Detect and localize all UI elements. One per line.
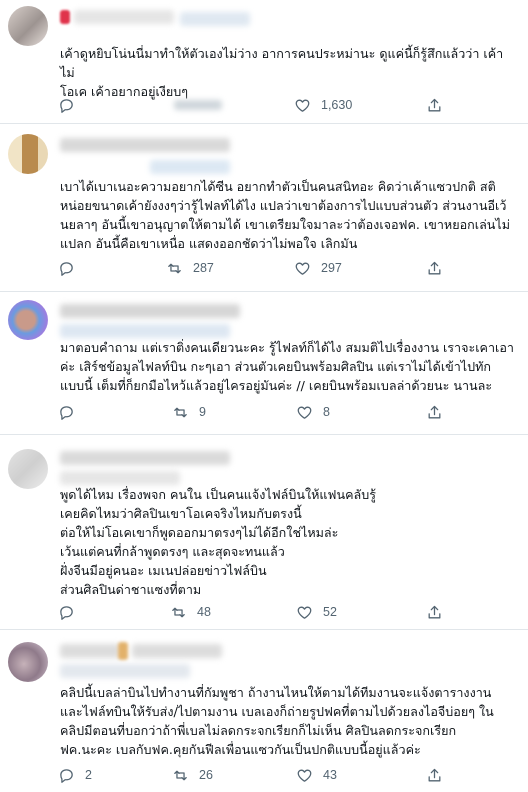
retweet-button[interactable] [174, 95, 222, 115]
share-icon [428, 768, 441, 781]
blurred-handle [180, 12, 250, 26]
avatar[interactable] [8, 449, 48, 489]
tweet-text: มาตอบคำถาม แต่เราติ่งคนเดียวนะคะ รู้ไฟลท… [60, 340, 514, 393]
tweet-card[interactable]: เบาได้เบาเนอะความอยากได้ซีน อยากทำตัวเป็… [0, 124, 528, 292]
share-button[interactable] [426, 95, 453, 115]
reply-count: 2 [85, 768, 92, 782]
avatar[interactable] [8, 134, 48, 174]
reply-button[interactable]: 2 [58, 765, 92, 785]
share-button[interactable] [426, 602, 453, 622]
like-button[interactable]: 52 [296, 602, 337, 622]
blurred-username [132, 644, 222, 658]
like-count: 8 [323, 405, 330, 419]
like-button[interactable]: 43 [296, 765, 337, 785]
share-icon [428, 405, 441, 418]
retweet-icon [174, 770, 187, 780]
tweet-text: คลิปนี้เบลล่าบินไปทำงานที่กัมพูชา ถ้างาน… [60, 685, 494, 757]
like-count: 1,630 [321, 98, 353, 112]
avatar[interactable] [8, 6, 48, 46]
retweet-button[interactable]: 9 [172, 402, 206, 422]
reply-button[interactable] [58, 95, 85, 115]
blurred-username [60, 644, 120, 658]
tweet-card[interactable]: คลิปนี้เบลล่าบินไปทำงานที่กัมพูชา ถ้างาน… [0, 630, 528, 792]
avatar[interactable] [8, 642, 48, 682]
retweet-count: 287 [193, 261, 214, 275]
blurred-username [118, 642, 128, 660]
retweet-count: 9 [199, 405, 206, 419]
heart-icon [297, 606, 312, 619]
heart-icon [297, 406, 312, 419]
tweet-actions: 2 26 43 [58, 765, 458, 785]
tweet-card[interactable]: มาตอบคำถาม แต่เราติ่งคนเดียวนะคะ รู้ไฟลท… [0, 292, 528, 435]
tweet-actions: 9 8 [58, 402, 458, 422]
share-icon [428, 605, 441, 618]
tweet-text: เค้าดูหยิบโน่นนี่มาทำให้ตัวเองไม่ว่าง อา… [60, 46, 504, 99]
tweet-actions: 1,630 [58, 95, 458, 115]
avatar[interactable] [8, 300, 48, 340]
reply-icon [60, 261, 73, 276]
tweet-text: เบาได้เบาเนอะความอยากได้ซีน อยากทำตัวเป็… [60, 179, 511, 251]
retweet-icon [172, 607, 185, 617]
tweet-feed: เค้าดูหยิบโน่นนี่มาทำให้ตัวเองไม่ว่าง อา… [0, 0, 528, 792]
share-button[interactable] [426, 258, 453, 278]
tweet-card[interactable]: เค้าดูหยิบโน่นนี่มาทำให้ตัวเองไม่ว่าง อา… [0, 0, 528, 124]
like-count: 52 [323, 605, 337, 619]
share-icon [428, 261, 441, 274]
heart-icon [297, 769, 312, 782]
like-button[interactable]: 8 [296, 402, 330, 422]
reply-button[interactable] [58, 402, 85, 422]
retweet-button[interactable]: 48 [170, 602, 211, 622]
retweet-button[interactable]: 287 [166, 258, 214, 278]
blurred-username [74, 10, 174, 24]
blurred-username [60, 138, 230, 152]
blurred-username [60, 451, 230, 465]
reply-button[interactable] [58, 602, 85, 622]
blurred-username [60, 10, 70, 24]
blurred-handle [60, 324, 230, 338]
like-count: 43 [323, 768, 337, 782]
retweet-count: 48 [197, 605, 211, 619]
heart-icon [295, 99, 310, 112]
retweet-button[interactable]: 26 [172, 765, 213, 785]
reply-icon [60, 768, 73, 783]
like-count: 297 [321, 261, 342, 275]
blurred-handle [150, 160, 230, 174]
retweet-count: 26 [199, 768, 213, 782]
tweet-actions: 48 52 [58, 602, 458, 622]
retweet-icon [174, 407, 187, 417]
blurred-handle [60, 664, 190, 678]
tweet-card[interactable]: พูดได้ไหม เรื่องพจก คนใน เป็นคนแจ้งไฟล์บ… [0, 435, 528, 630]
heart-icon [295, 262, 310, 275]
reply-icon [60, 98, 73, 113]
like-button[interactable]: 1,630 [294, 95, 352, 115]
blurred-username [60, 304, 240, 318]
blurred-retweet-count [174, 100, 222, 110]
reply-button[interactable] [58, 258, 85, 278]
share-icon [428, 98, 441, 111]
retweet-icon [168, 263, 181, 273]
share-button[interactable] [426, 402, 453, 422]
share-button[interactable] [426, 765, 453, 785]
tweet-actions: 287 297 [58, 258, 458, 278]
like-button[interactable]: 297 [294, 258, 342, 278]
reply-icon [60, 405, 73, 420]
reply-icon [60, 605, 73, 620]
tweet-text: พูดได้ไหม เรื่องพจก คนใน เป็นคนแจ้งไฟล์บ… [60, 487, 376, 597]
blurred-handle [60, 471, 180, 485]
